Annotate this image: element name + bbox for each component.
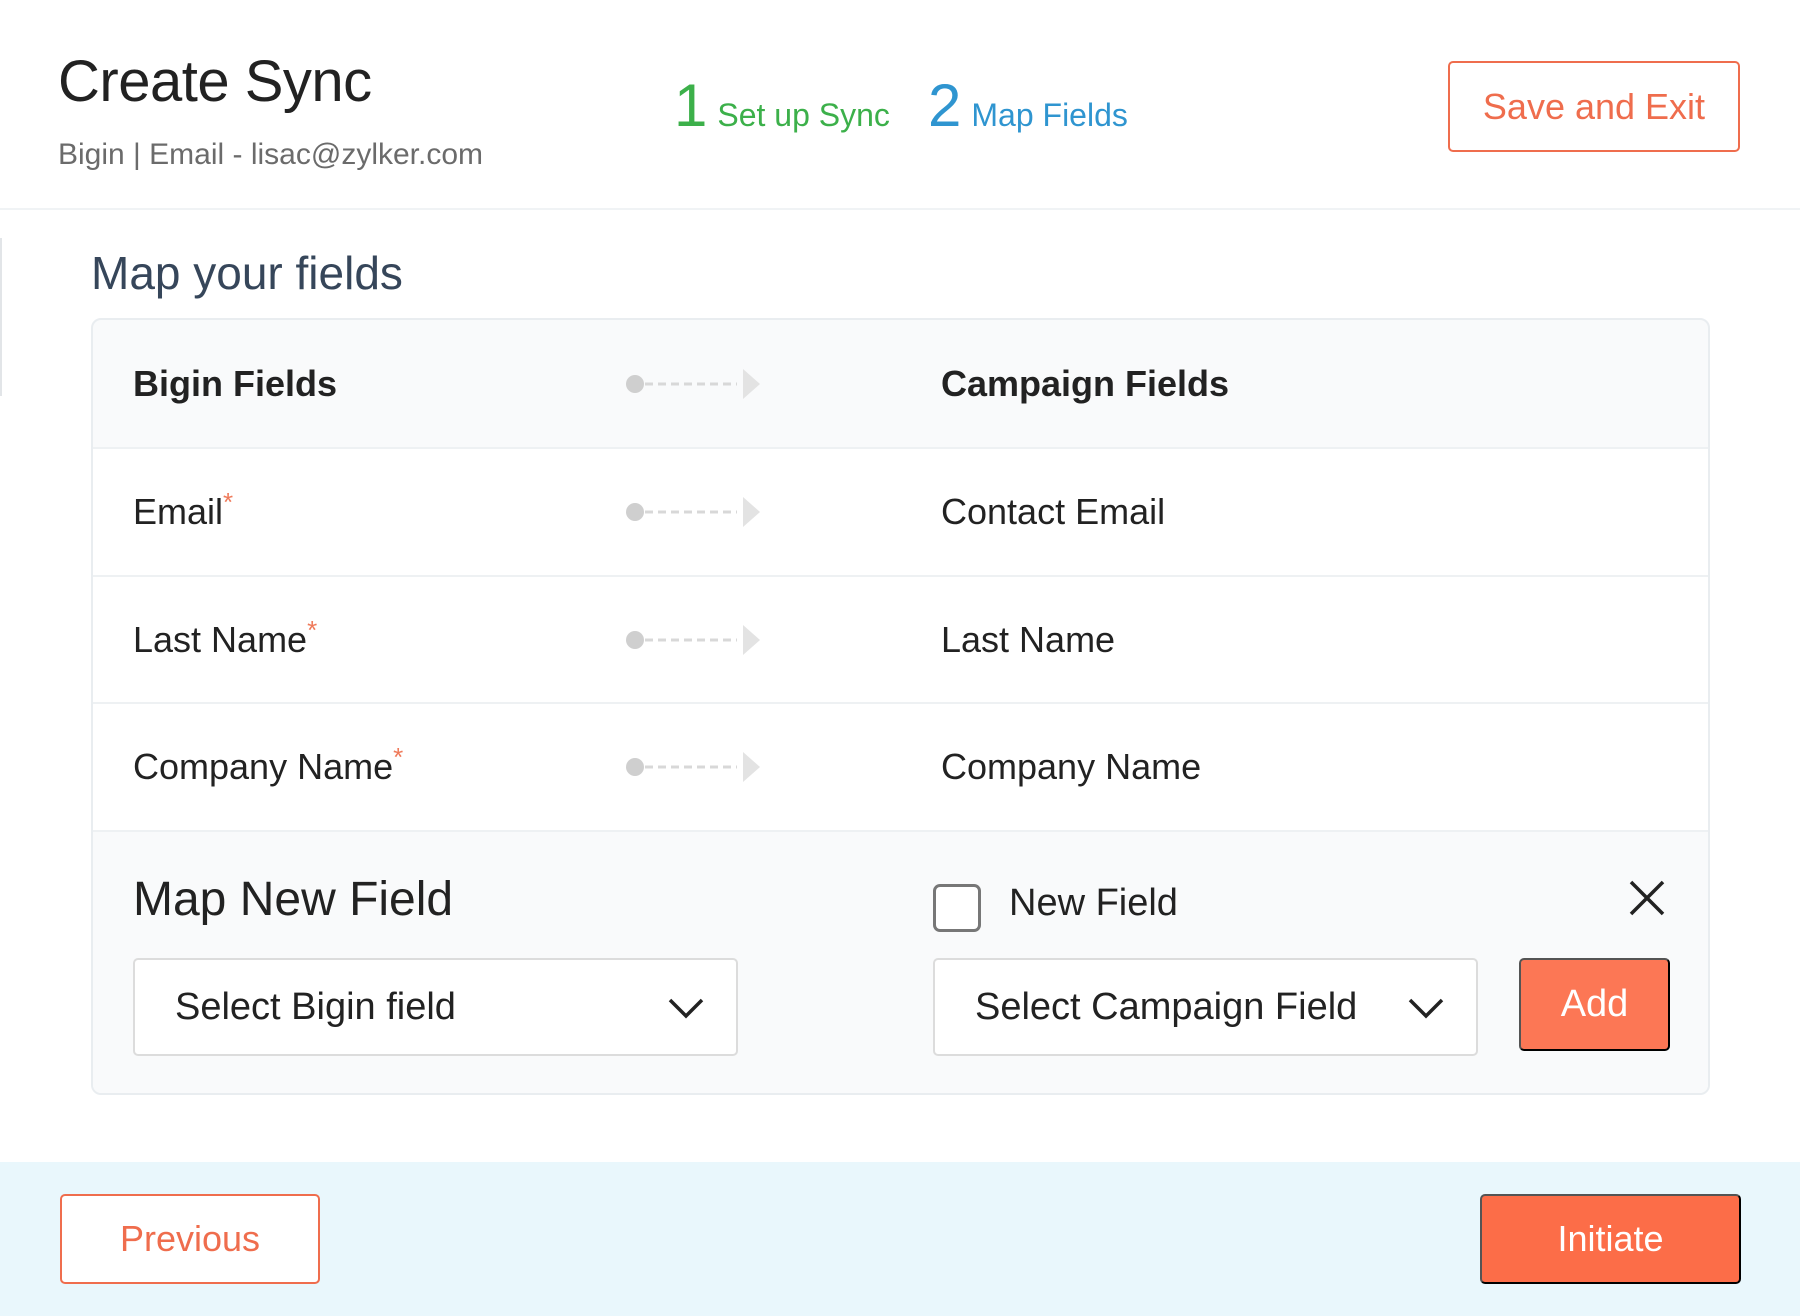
required-mark: * (223, 487, 234, 517)
bigin-field: Company Name* (133, 742, 403, 788)
map-arrow-icon (626, 497, 760, 527)
table-row: Last Name* Last Name (93, 575, 1708, 703)
bigin-field-label: Last Name (133, 619, 308, 660)
bigin-field: Email* (133, 487, 233, 533)
map-arrow-icon (626, 625, 760, 655)
new-field-checkbox[interactable] (933, 884, 981, 932)
footer-bar: Previous Initiate (0, 1162, 1800, 1316)
step-number: 2 (928, 72, 962, 139)
page-header: Create Sync Bigin | Email - lisac@zylker… (0, 0, 1800, 210)
bigin-field-select-placeholder: Select Bigin field (175, 985, 456, 1028)
campaign-fields-header: Campaign Fields (941, 363, 1230, 404)
bigin-field-label: Company Name (133, 746, 394, 787)
section-title: Map your fields (91, 247, 403, 299)
field-mapping-card: Bigin Fields Campaign Fields Email* Cont… (91, 318, 1710, 1095)
campaign-field: Last Name (941, 619, 1116, 660)
campaign-field-select-placeholder: Select Campaign Field (975, 985, 1358, 1028)
required-mark: * (393, 742, 404, 772)
bigin-field-label: Email (133, 491, 224, 532)
save-and-exit-button[interactable]: Save and Exit (1448, 61, 1740, 152)
campaign-field: Company Name (941, 746, 1202, 787)
page-subtitle: Bigin | Email - lisac@zylker.com (58, 138, 484, 171)
bigin-field: Last Name* (133, 615, 317, 661)
side-divider (0, 238, 2, 396)
table-row: Email* Contact Email (93, 447, 1708, 575)
page-title: Create Sync (58, 49, 372, 114)
map-arrow-icon (626, 752, 760, 782)
close-icon[interactable] (1623, 874, 1671, 922)
campaign-field: Contact Email (941, 491, 1166, 532)
initiate-button[interactable]: Initiate (1480, 1194, 1741, 1284)
chevron-down-icon (1408, 998, 1444, 1019)
add-mapping-button[interactable]: Add (1519, 958, 1670, 1051)
bigin-field-select[interactable]: Select Bigin field (133, 958, 738, 1056)
step-label: Map Fields (971, 97, 1128, 133)
table-row: Company Name* Company Name (93, 702, 1708, 830)
map-arrow-icon (626, 369, 760, 399)
chevron-down-icon (668, 998, 704, 1019)
step-number: 1 (674, 72, 708, 139)
step-map-fields[interactable]: 2 Map Fields (928, 76, 1128, 136)
bigin-fields-header: Bigin Fields (133, 363, 338, 404)
map-new-field-title: Map New Field (133, 873, 454, 926)
table-header: Bigin Fields Campaign Fields (93, 320, 1708, 448)
step-label: Set up Sync (717, 97, 890, 133)
new-field-label[interactable]: New Field (1009, 882, 1178, 925)
required-mark: * (307, 615, 318, 645)
campaign-field-select[interactable]: Select Campaign Field (933, 958, 1478, 1056)
step-set-up-sync[interactable]: 1 Set up Sync (674, 76, 890, 136)
map-new-field-section: Map New Field New Field Select Bigin fie… (93, 830, 1708, 1093)
previous-button[interactable]: Previous (60, 1194, 320, 1284)
